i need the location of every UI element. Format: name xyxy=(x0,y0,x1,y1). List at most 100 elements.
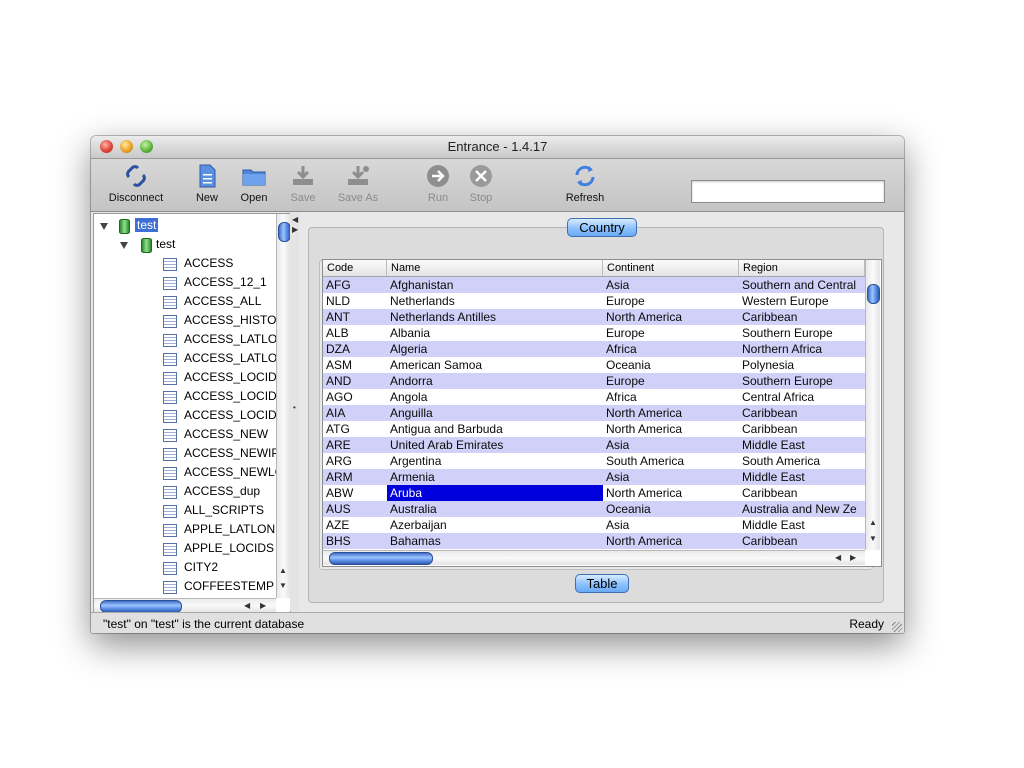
table-hscroll-thumb[interactable] xyxy=(329,552,433,565)
cell-continent[interactable]: North America xyxy=(603,533,739,549)
cell-continent[interactable]: North America xyxy=(603,309,739,325)
table-row[interactable]: AIA Anguilla North America Caribbean xyxy=(323,405,865,421)
cell-code[interactable]: ARM xyxy=(323,469,387,485)
table-row[interactable]: ANT Netherlands Antilles North America Cari… xyxy=(323,309,865,325)
expand-right-arrow-icon[interactable]: ▶ xyxy=(292,225,298,234)
cell-code[interactable]: AIA xyxy=(323,405,387,421)
scroll-right-arrow-icon[interactable]: ▶ xyxy=(260,601,266,611)
cell-region[interactable]: Caribbean xyxy=(739,309,865,325)
scroll-left-arrow-icon[interactable]: ◀ xyxy=(835,553,841,563)
cell-name[interactable]: United Arab Emirates xyxy=(387,437,603,453)
table-row[interactable]: AZE Azerbaijan Asia Middle East xyxy=(323,517,865,533)
cell-code[interactable]: AUS xyxy=(323,501,387,517)
table-row[interactable]: AGO Angola Africa Central Africa xyxy=(323,389,865,405)
tree-table-item[interactable]: ACCESS_LATLON xyxy=(94,330,276,349)
cell-region[interactable]: Middle East xyxy=(739,517,865,533)
tree-schema-node[interactable]: test xyxy=(94,235,277,254)
cell-region[interactable]: Caribbean xyxy=(739,485,865,501)
cell-region[interactable]: South America xyxy=(739,453,865,469)
disconnect-button[interactable]: Disconnect xyxy=(101,161,171,209)
table-row[interactable]: AFG Afghanistan Asia Southern and Central xyxy=(323,277,865,293)
split-pane-divider[interactable]: ◀ ▶ • xyxy=(290,213,299,611)
cell-code[interactable]: ARG xyxy=(323,453,387,469)
cell-continent[interactable]: Europe xyxy=(603,325,739,341)
tree-table-item[interactable]: CITY2 xyxy=(94,558,276,577)
new-button[interactable]: New xyxy=(189,161,225,209)
cell-continent[interactable]: Oceania xyxy=(603,357,739,373)
save-button[interactable]: Save xyxy=(286,161,320,209)
tree-horizontal-scrollbar[interactable]: ◀ ▶ xyxy=(94,598,276,613)
tree-table-item[interactable]: ACCESS_LOCIDS xyxy=(94,368,276,387)
cell-code[interactable]: DZA xyxy=(323,341,387,357)
table-vertical-scrollbar[interactable]: ▲ ▼ xyxy=(865,260,880,550)
tree-table-item[interactable]: APPLE_LOCIDS xyxy=(94,539,276,558)
cell-continent[interactable]: Europe xyxy=(603,373,739,389)
column-header-continent[interactable]: Continent xyxy=(603,260,739,276)
table-row[interactable]: DZA Algeria Africa Northern Africa xyxy=(323,341,865,357)
tree-table-item[interactable]: APPLE_LATLON xyxy=(94,520,276,539)
tree-root-node[interactable]: test xyxy=(94,216,277,235)
cell-code[interactable]: ATG xyxy=(323,421,387,437)
table-row[interactable]: ARM Armenia Asia Middle East xyxy=(323,469,865,485)
tree-table-item[interactable]: ACCESS_12_1 xyxy=(94,273,276,292)
table-row[interactable]: BHS Bahamas North America Caribbean xyxy=(323,533,865,549)
table-row[interactable]: ABW Aruba North America Caribbean xyxy=(323,485,865,501)
scroll-down-arrow-icon[interactable]: ▼ xyxy=(869,534,877,544)
tree-table-item[interactable]: ACCESS_NEWIPS xyxy=(94,444,276,463)
stop-button[interactable]: Stop xyxy=(465,161,497,209)
cell-region[interactable]: Caribbean xyxy=(739,405,865,421)
cell-code[interactable]: NLD xyxy=(323,293,387,309)
expand-arrow-icon[interactable] xyxy=(100,223,108,230)
cell-region[interactable]: Southern and Central xyxy=(739,277,865,293)
cell-continent[interactable]: Africa xyxy=(603,341,739,357)
cell-name[interactable]: Antigua and Barbuda xyxy=(387,421,603,437)
table-horizontal-scrollbar[interactable]: ◀ ▶ xyxy=(323,550,865,565)
scroll-right-arrow-icon[interactable]: ▶ xyxy=(850,553,856,563)
cell-region[interactable]: Central Africa xyxy=(739,389,865,405)
tree-table-item[interactable]: COFFEESTEMP xyxy=(94,577,276,596)
cell-name[interactable]: American Samoa xyxy=(387,357,603,373)
table-vscroll-thumb[interactable] xyxy=(867,284,880,304)
cell-name[interactable]: Angola xyxy=(387,389,603,405)
table-row[interactable]: ALB Albania Europe Southern Europe xyxy=(323,325,865,341)
cell-code[interactable]: AND xyxy=(323,373,387,389)
cell-code[interactable]: AFG xyxy=(323,277,387,293)
cell-continent[interactable]: South America xyxy=(603,453,739,469)
table-row[interactable]: AUS Australia Oceania Australia and New Ze xyxy=(323,501,865,517)
tree-table-item[interactable]: ACCESS_LOCIDS xyxy=(94,406,276,425)
cell-code[interactable]: ASM xyxy=(323,357,387,373)
save-as-button[interactable]: Save As xyxy=(333,161,383,209)
column-header-code[interactable]: Code xyxy=(323,260,387,276)
cell-region[interactable]: Caribbean xyxy=(739,533,865,549)
cell-name[interactable]: Albania xyxy=(387,325,603,341)
refresh-button[interactable]: Refresh xyxy=(561,161,609,209)
cell-code[interactable]: AGO xyxy=(323,389,387,405)
tree-table-item[interactable]: ACCESS_HISTOR xyxy=(94,311,276,330)
scroll-left-arrow-icon[interactable]: ◀ xyxy=(244,601,250,611)
cell-code[interactable]: ANT xyxy=(323,309,387,325)
table-row[interactable]: ARE United Arab Emirates Asia Middle East xyxy=(323,437,865,453)
cell-continent[interactable]: Europe xyxy=(603,293,739,309)
cell-continent[interactable]: Asia xyxy=(603,469,739,485)
resize-grip-icon[interactable] xyxy=(892,622,902,632)
cell-name[interactable]: Algeria xyxy=(387,341,603,357)
cell-continent[interactable]: North America xyxy=(603,485,739,501)
collapse-left-arrow-icon[interactable]: ◀ xyxy=(292,215,298,224)
cell-code[interactable]: ARE xyxy=(323,437,387,453)
cell-region[interactable]: Australia and New Ze xyxy=(739,501,865,517)
cell-code[interactable]: ABW xyxy=(323,485,387,501)
cell-name[interactable]: Argentina xyxy=(387,453,603,469)
cell-name[interactable]: Armenia xyxy=(387,469,603,485)
table-button[interactable]: Table xyxy=(575,574,629,593)
table-row[interactable]: AND Andorra Europe Southern Europe xyxy=(323,373,865,389)
cell-continent[interactable]: Asia xyxy=(603,437,739,453)
table-row[interactable]: ARG Argentina South America South America xyxy=(323,453,865,469)
cell-region[interactable]: Polynesia xyxy=(739,357,865,373)
country-title-button[interactable]: Country xyxy=(567,218,637,237)
cell-name[interactable]: Azerbaijan xyxy=(387,517,603,533)
cell-region[interactable]: Western Europe xyxy=(739,293,865,309)
tree-table-item[interactable]: ALL_SCRIPTS xyxy=(94,501,276,520)
cell-continent[interactable]: North America xyxy=(603,421,739,437)
tree-vertical-scrollbar[interactable]: ▲ ▼ xyxy=(276,214,291,598)
tree-table-item[interactable]: ACCESS_ALL xyxy=(94,292,276,311)
